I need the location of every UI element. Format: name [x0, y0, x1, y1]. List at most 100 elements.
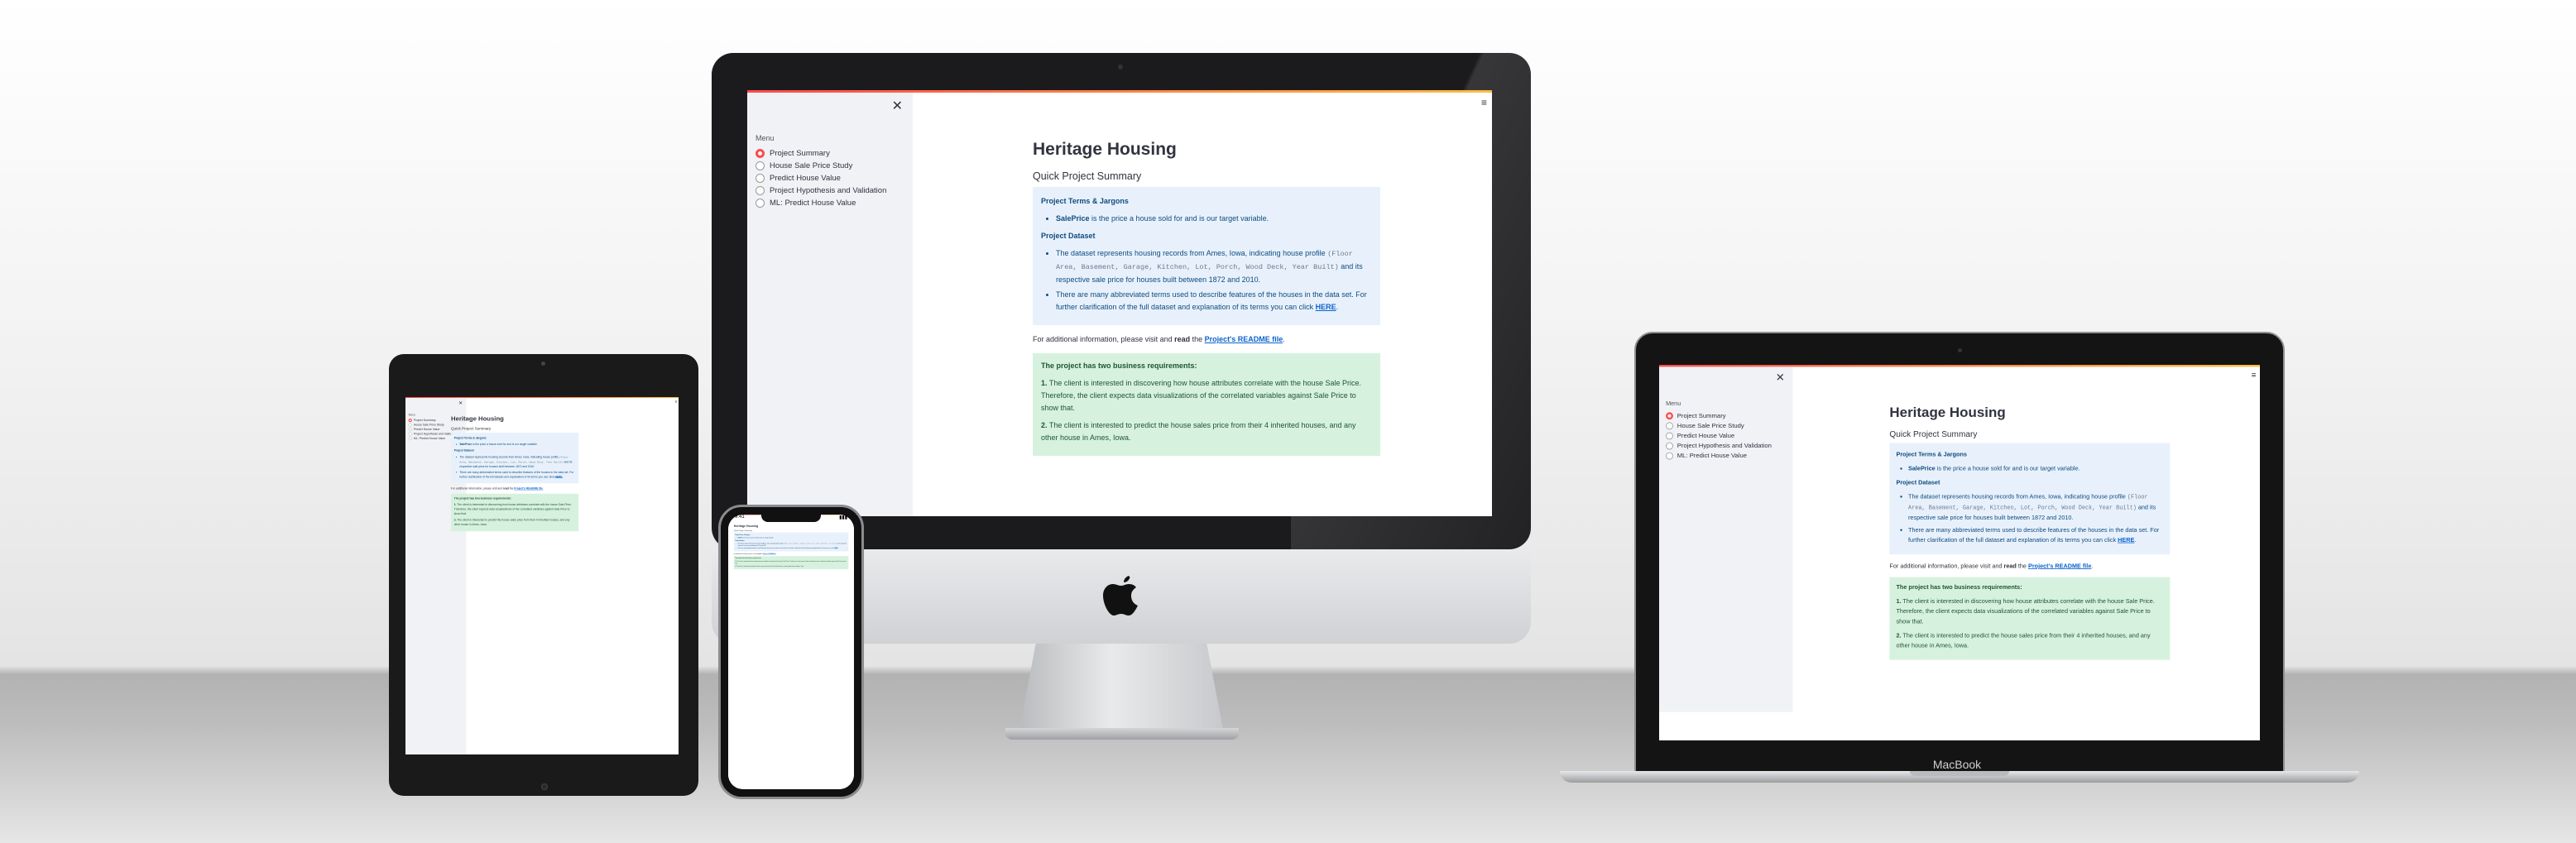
nav-item-hypothesis-validation[interactable]: Project Hypothesis and Validation — [1666, 441, 1772, 451]
list-item: There are many abbreviated terms used to… — [737, 548, 847, 550]
radio-icon[interactable] — [756, 161, 765, 170]
list-item: SalePrice is the price a house sold for … — [1056, 213, 1372, 225]
main-content: Heritage Housing Quick Project Summary P… — [1889, 405, 2171, 660]
close-icon[interactable]: ✕ — [458, 400, 463, 405]
list-item: SalePrice is the price a house sold for … — [1908, 463, 2163, 473]
term-definition: is the price a house sold for and is our… — [1089, 214, 1269, 223]
business-header: The project has two business requirement… — [735, 557, 762, 559]
radio-icon[interactable] — [756, 149, 765, 158]
info-box: Project Terms & Jargons SalePrice is the… — [733, 532, 849, 552]
terms-list: SalePrice is the price a house sold for … — [454, 442, 576, 447]
radio-icon[interactable] — [1666, 422, 1673, 430]
close-icon[interactable]: ✕ — [892, 98, 903, 114]
req-number: 1. — [1041, 379, 1048, 387]
radio-icon[interactable] — [756, 199, 765, 208]
additional-bold: read — [2003, 562, 2017, 569]
radio-icon[interactable] — [756, 186, 765, 195]
menu-label: Menu — [408, 413, 415, 417]
list-item: The dataset represents housing records f… — [459, 455, 575, 469]
here-link[interactable]: HERE — [554, 475, 562, 478]
home-button[interactable] — [541, 783, 548, 790]
main-content: Heritage Housing Quick Project Summary P… — [1033, 140, 1380, 456]
nav-item-hypothesis-validation[interactable]: Project Hypothesis and Validation — [756, 184, 886, 197]
list-item: The dataset represents housing records f… — [1908, 491, 2163, 523]
readme-link[interactable]: Project's README file — [514, 487, 543, 491]
nav-item-label: House Sale Price Study — [1677, 422, 1744, 430]
page-subtitle: Quick Project Summary — [733, 529, 752, 532]
nav-item-label: ML: Predict House Value — [1677, 452, 1748, 460]
success-box: The project has two business requirement… — [451, 493, 579, 532]
list-item: There are many abbreviated terms used to… — [1908, 525, 2163, 545]
hamburger-menu-icon[interactable]: ≡ — [675, 400, 678, 404]
radio-icon[interactable] — [408, 432, 412, 436]
readme-link[interactable]: Project's README file — [2028, 563, 2091, 569]
nav-item-ml-predict[interactable]: ML: Predict House Value — [756, 197, 886, 209]
hamburger-menu-icon[interactable]: ≡ — [852, 515, 853, 517]
nav-item-label: House Sale Price Study — [770, 161, 853, 170]
dataset-header: Project Dataset — [735, 539, 745, 542]
business-header: The project has two business requirement… — [1896, 583, 2022, 591]
dataset-header: Project Dataset — [453, 448, 474, 453]
terms-list: SalePrice is the price a house sold for … — [735, 537, 847, 539]
close-icon[interactable]: ✕ — [1776, 371, 1785, 384]
radio-icon[interactable] — [408, 428, 412, 432]
radio-icon[interactable] — [756, 174, 765, 183]
term-definition: is the price a house sold for and is our… — [472, 443, 538, 446]
nav-item-project-summary[interactable]: Project Summary — [1666, 411, 1772, 421]
term-saleprice: SalePrice — [1908, 465, 1936, 472]
radio-icon[interactable] — [408, 437, 412, 441]
term-definition: is the price a house sold for and is our… — [1935, 465, 2080, 472]
radio-icon[interactable] — [1666, 412, 1673, 420]
nav-item-project-summary[interactable]: Project Summary — [756, 147, 886, 160]
here-link[interactable]: HERE — [834, 548, 837, 549]
additional-bold: read — [502, 486, 509, 491]
requirement-2: 2. The client is interested to predict t… — [454, 518, 576, 527]
imac-base — [1005, 728, 1239, 740]
hamburger-menu-icon[interactable]: ≡ — [2252, 370, 2257, 379]
apple-logo-icon — [1103, 576, 1138, 615]
tablet-screen: ✕ Menu Project Summary House Sale Price … — [405, 397, 679, 754]
readme-link[interactable]: Project's README file — [763, 553, 776, 554]
page-subtitle: Quick Project Summary — [1033, 170, 1142, 182]
requirement-1: 1. The client is interested in discoveri… — [735, 560, 847, 564]
terms-header: Project Terms & Jargons — [735, 534, 751, 536]
dataset-list: The dataset represents housing records f… — [1041, 247, 1372, 314]
nav-item-label: Project Summary — [770, 149, 830, 158]
here-link[interactable]: HERE — [2118, 536, 2134, 543]
additional-text: For additional information, please visit… — [1889, 562, 2004, 569]
additional-text: the — [1190, 335, 1205, 343]
radio-icon[interactable] — [408, 423, 412, 427]
page-title: Heritage Housing — [733, 524, 759, 528]
here-link[interactable]: HERE — [1316, 303, 1336, 311]
nav-item-label: Project Hypothesis and Validation — [1677, 442, 1772, 450]
radio-icon[interactable] — [1666, 452, 1673, 460]
req-text: The client is interested in discovering … — [1041, 379, 1362, 412]
term-saleprice: SalePrice — [459, 443, 473, 446]
nav-item-hypothesis-validation[interactable]: Project Hypothesis and Validation — [408, 432, 457, 437]
nav-item-predict-house-value[interactable]: Predict House Value — [756, 172, 886, 184]
list-item: SalePrice is the price a house sold for … — [737, 537, 847, 539]
radio-icon[interactable] — [1666, 432, 1673, 440]
requirement-2: 2. The client is interested to predict t… — [1041, 419, 1372, 444]
nav-item-predict-house-value[interactable]: Predict House Value — [1666, 431, 1772, 441]
business-header: The project has two business requirement… — [453, 496, 511, 501]
signal-icon: ▮▮▮ — [839, 515, 847, 520]
radio-icon[interactable] — [408, 419, 412, 423]
dataset-header: Project Dataset — [1896, 478, 1940, 486]
imac-screen: ✕ Menu Project Summary House Sale Price … — [747, 90, 1492, 516]
nav-item-label: Project Hypothesis and Validation — [770, 186, 887, 195]
main-content: Heritage Housing Quick Project Summary P… — [733, 524, 849, 570]
hamburger-menu-icon[interactable]: ≡ — [1481, 97, 1487, 108]
additional-text: For additional information, please visit… — [451, 486, 503, 491]
additional-info: For additional information, please visit… — [451, 486, 544, 491]
readme-link[interactable]: Project's README file — [1205, 335, 1283, 343]
nav-item-ml-predict[interactable]: ML: Predict House Value — [1666, 451, 1772, 461]
dataset-text: The dataset represents housing records f… — [737, 543, 784, 544]
nav-item-ml-predict[interactable]: ML: Predict House Value — [408, 436, 457, 441]
req-number: 2. — [1041, 421, 1048, 429]
terms-list: SalePrice is the price a house sold for … — [1041, 213, 1372, 225]
nav-item-house-sale-price-study[interactable]: House Sale Price Study — [1666, 421, 1772, 431]
radio-icon[interactable] — [1666, 442, 1673, 450]
nav-item-label: ML: Predict House Value — [413, 437, 446, 441]
nav-item-house-sale-price-study[interactable]: House Sale Price Study — [756, 160, 886, 172]
